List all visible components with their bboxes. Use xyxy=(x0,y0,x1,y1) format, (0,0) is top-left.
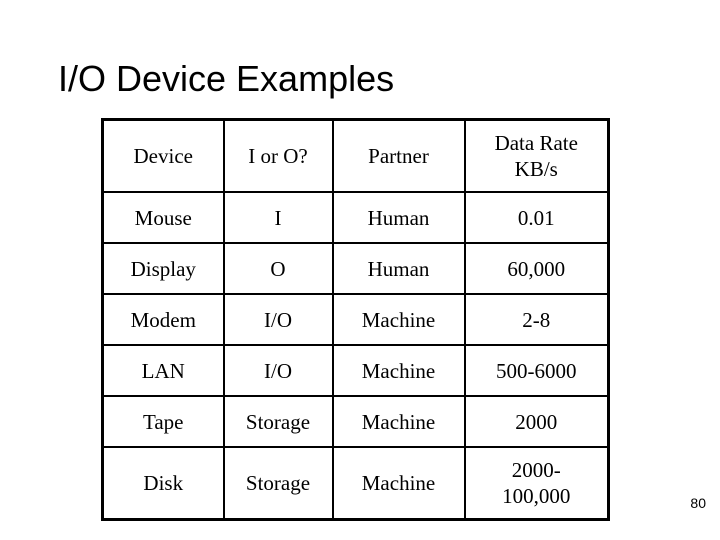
cell-io-value: I xyxy=(274,205,282,230)
cell-partner-value: Machine xyxy=(361,409,436,434)
table-row: Tape Storage Machine 2000 xyxy=(101,395,610,448)
cell-io: I/O xyxy=(222,344,334,397)
cell-io: O xyxy=(222,242,334,295)
cell-data-rate-value: 500-6000 xyxy=(496,358,577,383)
io-device-table-container: Device I or O? Partner Data Rate KB/s Mo… xyxy=(101,118,610,521)
table-row: LAN I/O Machine 500-6000 xyxy=(101,344,610,397)
cell-device: Display xyxy=(101,242,225,295)
cell-partner-value: Human xyxy=(367,256,430,281)
cell-partner-value: Machine xyxy=(361,471,436,495)
io-device-table: Device I or O? Partner Data Rate KB/s Mo… xyxy=(101,118,610,521)
cell-device-value: Disk xyxy=(143,471,184,495)
cell-data-rate: 2000- 100,000 xyxy=(463,446,610,521)
slide-canvas: I/O Device Examples Device I or O? Partn… xyxy=(0,0,720,540)
cell-device: Modem xyxy=(101,293,225,346)
cell-data-rate-value: 2000 xyxy=(515,409,558,434)
cell-io-value: I/O xyxy=(264,358,292,383)
cell-device-value: LAN xyxy=(141,358,185,383)
cell-partner: Machine xyxy=(331,344,466,397)
column-header-io: I or O? xyxy=(222,118,334,193)
column-header-device-label: Device xyxy=(133,144,193,168)
cell-data-rate-value: 2-8 xyxy=(522,307,551,332)
cell-data-rate: 500-6000 xyxy=(463,344,610,397)
cell-partner: Machine xyxy=(331,446,466,521)
cell-data-rate-value: 60,000 xyxy=(507,256,566,281)
cell-data-rate-value-cont: 100,000 xyxy=(502,484,571,508)
cell-data-rate: 2000 xyxy=(463,395,610,448)
cell-partner: Human xyxy=(331,191,466,244)
page-number: 80 xyxy=(690,495,706,511)
cell-io: Storage xyxy=(222,395,334,448)
cell-partner: Human xyxy=(331,242,466,295)
cell-io: Storage xyxy=(222,446,334,521)
cell-io-value: Storage xyxy=(245,409,311,434)
column-header-data-rate-label: Data Rate xyxy=(494,131,578,155)
cell-io-value: Storage xyxy=(245,471,311,495)
cell-io: I xyxy=(222,191,334,244)
cell-io-value: I/O xyxy=(264,307,292,332)
cell-data-rate-value: 0.01 xyxy=(517,205,555,230)
cell-partner: Machine xyxy=(331,293,466,346)
cell-partner-value: Machine xyxy=(361,358,436,383)
cell-partner-value: Human xyxy=(367,205,430,230)
cell-io: I/O xyxy=(222,293,334,346)
cell-data-rate: 2-8 xyxy=(463,293,610,346)
cell-device: LAN xyxy=(101,344,225,397)
cell-io-value: O xyxy=(270,256,286,281)
column-header-partner-label: Partner xyxy=(368,144,429,168)
cell-partner: Machine xyxy=(331,395,466,448)
cell-device-value: Modem xyxy=(130,307,196,332)
column-header-partner: Partner xyxy=(331,118,466,193)
cell-device-value: Mouse xyxy=(134,205,192,230)
cell-partner-value: Machine xyxy=(361,307,436,332)
table-row: Modem I/O Machine 2-8 xyxy=(101,293,610,346)
column-header-data-rate: Data Rate KB/s xyxy=(463,118,610,193)
cell-data-rate-value: 2000- xyxy=(511,458,561,482)
column-header-device: Device xyxy=(101,118,225,193)
column-header-io-label: I or O? xyxy=(248,144,308,168)
page-title: I/O Device Examples xyxy=(58,58,395,99)
cell-data-rate: 0.01 xyxy=(463,191,610,244)
table-header-row: Device I or O? Partner Data Rate KB/s xyxy=(101,118,610,193)
table-row: Mouse I Human 0.01 xyxy=(101,191,610,244)
table-row: Disk Storage Machine 2000- 100,000 xyxy=(101,446,610,521)
table-row: Display O Human 60,000 xyxy=(101,242,610,295)
cell-device-value: Tape xyxy=(142,409,184,434)
column-header-data-rate-unit: KB/s xyxy=(514,157,558,181)
cell-device: Mouse xyxy=(101,191,225,244)
cell-device: Tape xyxy=(101,395,225,448)
cell-device-value: Display xyxy=(130,256,196,281)
cell-data-rate: 60,000 xyxy=(463,242,610,295)
cell-device: Disk xyxy=(101,446,225,521)
